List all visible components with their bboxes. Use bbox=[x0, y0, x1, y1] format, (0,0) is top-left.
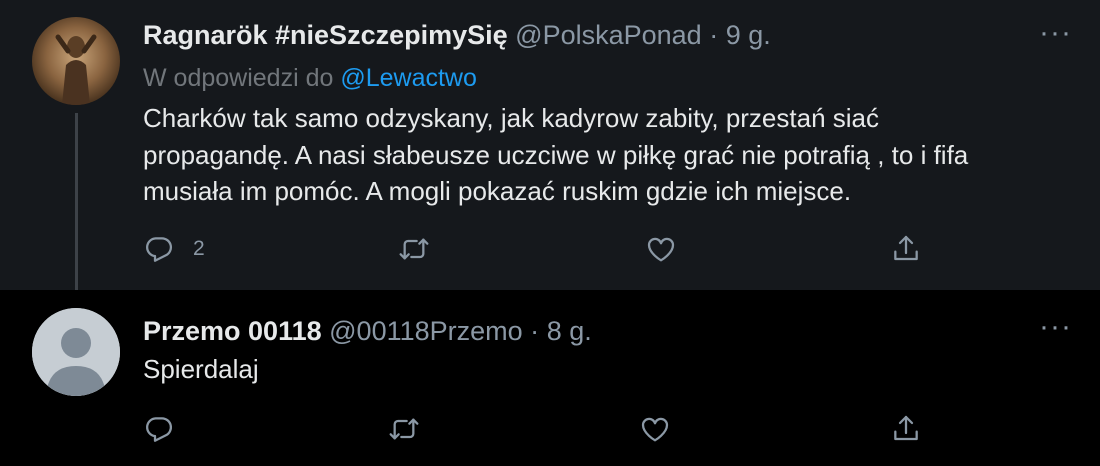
default-avatar-icon bbox=[32, 308, 120, 396]
like-button[interactable] bbox=[645, 232, 677, 266]
reply-icon bbox=[146, 237, 173, 262]
share-icon bbox=[894, 415, 918, 441]
thread-connector-line bbox=[75, 113, 78, 299]
avatar-image bbox=[32, 17, 120, 105]
reply-icon bbox=[146, 417, 173, 442]
avatar[interactable] bbox=[32, 308, 120, 396]
retweet-button[interactable] bbox=[388, 412, 420, 446]
share-icon bbox=[894, 235, 918, 261]
replying-to: W odpowiedzi do @Lewactwo bbox=[143, 64, 477, 93]
tweet-text-line: Charków tak samo odzyskany, jak kadyrow … bbox=[143, 103, 879, 133]
user-handle[interactable]: @PolskaPonad bbox=[515, 20, 702, 50]
retweet-icon bbox=[399, 238, 429, 260]
timestamp[interactable]: 9 g. bbox=[726, 20, 771, 50]
tweet[interactable]: Przemo 00118 @00118Przemo · 8 g. ··· Spi… bbox=[0, 290, 1100, 466]
tweet-text-line: musiała im pomóc. A mogli pokazać ruskim… bbox=[143, 176, 852, 206]
tweet-header: Przemo 00118 @00118Przemo · 8 g. bbox=[143, 316, 592, 347]
user-handle[interactable]: @00118Przemo bbox=[329, 316, 523, 346]
share-button[interactable] bbox=[890, 232, 922, 266]
more-icon[interactable]: ··· bbox=[1039, 312, 1072, 342]
retweet-button[interactable] bbox=[398, 232, 430, 266]
tweet-text: Spierdalaj bbox=[143, 351, 1063, 388]
avatar[interactable] bbox=[32, 17, 120, 105]
tweet-text-line: propagandę. A nasi słabeusze uczciwe w p… bbox=[143, 139, 969, 170]
tweet-header: Ragnarök #nieSzczepimySię @PolskaPonad ·… bbox=[143, 20, 771, 51]
timestamp[interactable]: 8 g. bbox=[547, 316, 592, 346]
like-icon bbox=[641, 417, 669, 442]
reply-button[interactable]: 2 bbox=[143, 232, 205, 266]
mention-link[interactable]: @Lewactwo bbox=[340, 64, 477, 92]
display-name[interactable]: Ragnarök #nieSzczepimySię bbox=[143, 20, 508, 50]
reply-count: 2 bbox=[193, 237, 205, 260]
tweet-text-line: Spierdalaj bbox=[143, 354, 259, 384]
tweet-actions bbox=[143, 412, 943, 446]
display-name[interactable]: Przemo 00118 bbox=[143, 316, 322, 346]
more-icon[interactable]: ··· bbox=[1039, 18, 1072, 48]
replying-to-prefix: W odpowiedzi do bbox=[143, 64, 334, 92]
reply-button[interactable] bbox=[143, 412, 175, 446]
tweet-text: Charków tak samo odzyskany, jak kadyrow … bbox=[143, 100, 1063, 210]
tweet[interactable]: Ragnarök #nieSzczepimySię @PolskaPonad ·… bbox=[0, 0, 1100, 299]
separator-dot: · bbox=[530, 316, 540, 346]
separator-dot: · bbox=[709, 20, 719, 50]
tweet-actions: 2 bbox=[143, 232, 943, 266]
like-icon bbox=[647, 237, 675, 262]
like-button[interactable] bbox=[639, 412, 671, 446]
retweet-icon bbox=[389, 418, 419, 440]
share-button[interactable] bbox=[890, 412, 922, 446]
